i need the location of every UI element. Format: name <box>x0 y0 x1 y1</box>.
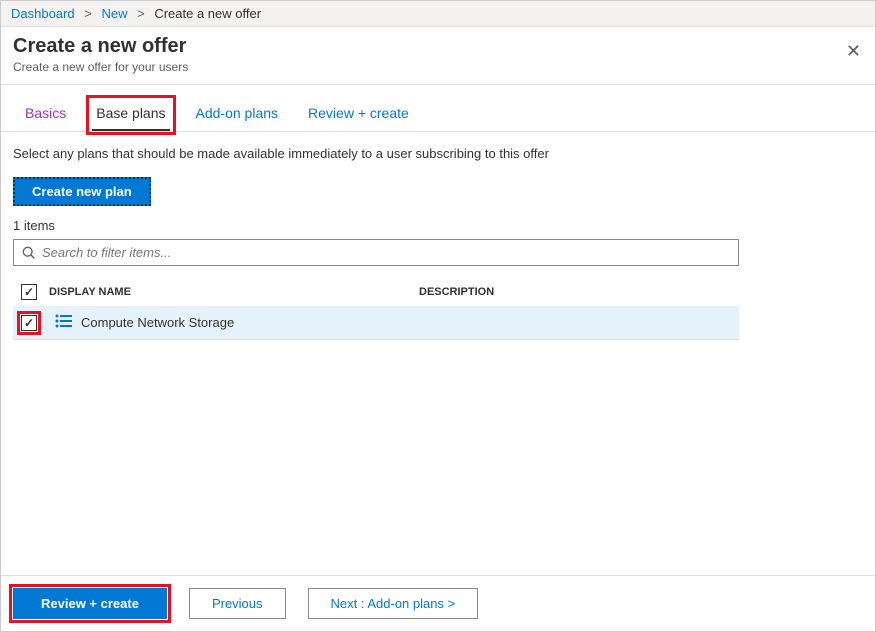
next-button[interactable]: Next : Add-on plans > <box>308 588 479 619</box>
previous-button[interactable]: Previous <box>189 588 286 619</box>
tab-addon-plans[interactable]: Add-on plans <box>192 99 283 131</box>
tabs: Basics Base plans Add-on plans Review + … <box>1 85 875 132</box>
table-row[interactable]: Compute Network Storage <box>13 306 739 340</box>
items-count: 1 items <box>13 218 863 233</box>
breadcrumb-sep: > <box>137 6 145 21</box>
row-checkbox[interactable] <box>21 315 37 331</box>
breadcrumb: Dashboard > New > Create a new offer <box>1 1 875 27</box>
plans-table: DISPLAY NAME DESCRIPTION Compute Ne <box>13 278 739 340</box>
page-title: Create a new offer <box>13 35 863 58</box>
row-name: Compute Network Storage <box>81 315 234 330</box>
table-header: DISPLAY NAME DESCRIPTION <box>13 278 739 306</box>
select-all-checkbox[interactable] <box>21 284 37 300</box>
tab-description: Select any plans that should be made ava… <box>13 146 863 161</box>
tab-base-plans[interactable]: Base plans <box>92 99 169 131</box>
breadcrumb-current: Create a new offer <box>154 6 261 21</box>
close-icon: ✕ <box>846 41 861 61</box>
close-button[interactable]: ✕ <box>846 41 861 62</box>
page-header: Create a new offer Create a new offer fo… <box>1 27 875 85</box>
breadcrumb-sep: > <box>84 6 92 21</box>
breadcrumb-new[interactable]: New <box>101 6 127 21</box>
breadcrumb-dashboard[interactable]: Dashboard <box>11 6 75 21</box>
footer: Review + create Previous Next : Add-on p… <box>1 575 875 631</box>
page-subtitle: Create a new offer for your users <box>13 60 863 74</box>
search-icon <box>22 246 36 260</box>
plan-icon <box>55 314 73 331</box>
search-input[interactable] <box>42 245 730 260</box>
content-area: Select any plans that should be made ava… <box>1 132 875 354</box>
column-description[interactable]: DESCRIPTION <box>419 286 731 298</box>
tab-basics[interactable]: Basics <box>21 99 70 131</box>
create-new-plan-button[interactable]: Create new plan <box>13 177 151 206</box>
tab-review-create[interactable]: Review + create <box>304 99 413 131</box>
review-create-button[interactable]: Review + create <box>13 588 167 619</box>
column-display-name[interactable]: DISPLAY NAME <box>49 286 419 298</box>
search-box[interactable] <box>13 239 739 266</box>
